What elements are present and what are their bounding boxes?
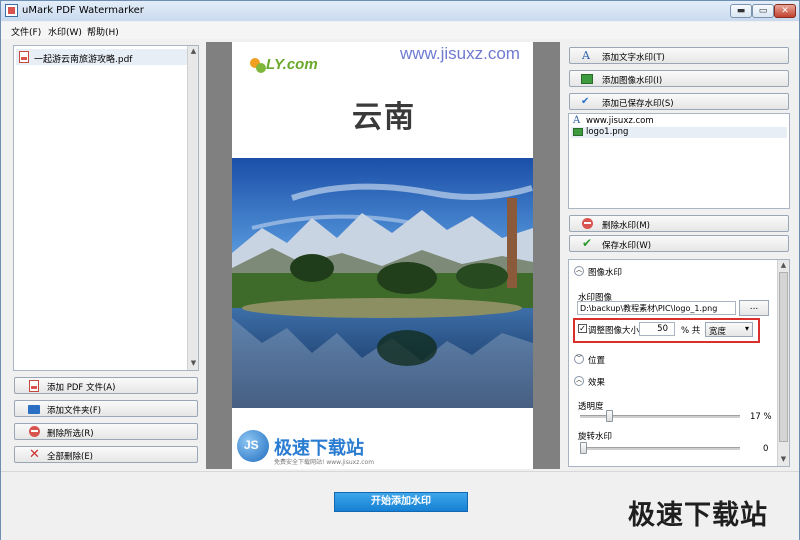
minus-circle-icon [29,426,40,437]
preview-page: LY.com www.jisuxz.com 云南 JS 极速下载站 免费安全下载… [232,42,533,469]
effect-section-title: 效果 [588,378,606,388]
chevron-down-icon: ﹀ [574,354,584,364]
opacity-slider-thumb[interactable] [606,410,613,422]
landscape-photo [232,158,533,408]
chevron-up-icon: ︿ [574,266,584,276]
menu-bar: 文件(F) 水印(W) 帮助(H) [1,22,799,39]
file-list-scrollbar[interactable]: ▲ ▼ [187,46,198,370]
scroll-thumb[interactable] [779,272,788,442]
resize-checkbox[interactable]: ✓ [578,324,587,333]
position-section-title: 位置 [588,356,606,366]
folder-icon [28,405,40,414]
start-watermark-button[interactable]: 开始添加水印 [334,492,468,512]
image-path-field[interactable]: D:\backup\教程素材\PIC\logo_1.png [577,301,736,315]
page-title: 云南 [352,100,416,135]
chevron-up-icon: ︿ [574,376,584,386]
list-item[interactable]: A www.jisuxz.com [571,115,787,127]
chevron-down-icon: ▾ [744,324,749,333]
delete-all-label: 全部删除(E) [47,452,94,462]
file-list[interactable]: 一起游云南旅游攻略.pdf ▲ ▼ [13,45,199,371]
scroll-up-icon[interactable]: ▲ [189,47,198,56]
logo-text: LY.com [266,56,318,73]
image-section-title: 图像水印 [588,268,623,278]
save-watermark-label: 保存水印(W) [602,241,652,251]
add-image-label: 添加图像水印(I) [602,76,663,86]
rotate-slider-thumb[interactable] [580,442,587,454]
window-title: uMark PDF Watermarker [22,5,144,16]
properties-scrollbar[interactable]: ▲ ▼ [777,260,789,466]
add-image-watermark-button[interactable]: 添加图像水印(I) [569,70,789,87]
delete-watermark-button[interactable]: 删除水印(M) [569,215,789,232]
rotate-value: 0 [763,444,769,454]
image-icon [581,74,593,84]
list-item[interactable]: 一起游云南旅游攻略.pdf [16,49,196,65]
add-pdf-label: 添加 PDF 文件(A) [47,383,116,393]
pdf-file-icon [19,51,29,63]
jisu-logo-icon: JS [237,430,269,462]
add-folder-button[interactable]: 添加文件夹(F) [14,400,198,417]
dimension-select[interactable]: 宽度 ▾ [705,322,753,337]
saved-check-icon: ✔ [581,96,590,107]
ly-logo: LY.com [250,54,320,76]
title-bar[interactable]: uMark PDF Watermarker ▬ ▭ ✕ [1,1,799,21]
effect-section-header[interactable]: ︿ 效果 [572,375,774,390]
watermark-list[interactable]: A www.jisuxz.com logo1.png [568,113,790,209]
text-a-icon: A [582,49,590,62]
resize-label: 调整图像大小 [588,326,640,336]
image-path-value: D:\backup\教程素材\PIC\logo_1.png [580,304,718,313]
x-icon: ✕ [29,447,40,462]
app-window: uMark PDF Watermarker ▬ ▭ ✕ 文件(F) 水印(W) … [0,0,800,540]
save-watermark-button[interactable]: ✔ 保存水印(W) [569,235,789,252]
delete-selected-label: 删除所选(R) [47,429,94,439]
percent-of-label: % 共 [681,326,701,336]
add-pdf-button[interactable]: 添加 PDF 文件(A) [14,377,198,394]
menu-watermark[interactable]: 水印(W) [48,25,82,38]
delete-watermark-label: 删除水印(M) [602,221,650,231]
footer-subtitle: 免费安全下载网站! www.jisuxz.com [274,459,375,466]
opacity-value: 17 % [750,412,772,422]
rotate-label: 旋转水印 [578,432,613,442]
minimize-button[interactable]: ▬ [730,4,752,18]
resize-value-input[interactable]: 50 [639,322,675,336]
image-watermark-icon [573,128,583,136]
pdf-add-icon [29,380,39,392]
add-saved-label: 添加已保存水印(S) [602,99,674,109]
add-folder-label: 添加文件夹(F) [47,406,102,416]
resize-value: 50 [657,324,668,334]
close-button[interactable]: ✕ [774,4,796,18]
scroll-down-icon[interactable]: ▼ [779,455,788,464]
text-watermark-icon: A [573,115,581,126]
minus-circle-icon [582,218,593,229]
opacity-label: 透明度 [578,402,604,412]
menu-file[interactable]: 文件(F) [11,25,41,38]
position-section-header[interactable]: ﹀ 位置 [572,353,774,368]
opacity-slider[interactable] [580,415,740,418]
corner-watermark: 极速下载站 [628,500,768,531]
delete-all-button[interactable]: ✕ 全部删除(E) [14,446,198,463]
app-icon [5,4,18,17]
scroll-up-icon[interactable]: ▲ [779,261,788,270]
file-name: 一起游云南旅游攻略.pdf [34,55,133,65]
watermark-image-label: logo1.png [586,127,629,137]
dimension-value: 宽度 [709,327,727,337]
add-text-watermark-button[interactable]: A 添加文字水印(T) [569,47,789,64]
browse-button[interactable]: ... [739,300,769,316]
add-text-label: 添加文字水印(T) [602,53,665,63]
image-section-header[interactable]: ︿ 图像水印 [572,265,774,280]
header-watermark: www.jisuxz.com [400,44,520,63]
scroll-down-icon[interactable]: ▼ [189,359,198,368]
check-icon: ✔ [582,236,593,250]
rotate-slider[interactable] [580,447,740,450]
maximize-button[interactable]: ▭ [752,4,774,18]
menu-help[interactable]: 帮助(H) [87,25,119,38]
delete-selected-button[interactable]: 删除所选(R) [14,423,198,440]
add-saved-watermark-button[interactable]: ✔ 添加已保存水印(S) [569,93,789,110]
watermark-text-label: www.jisuxz.com [586,116,654,126]
list-item[interactable]: logo1.png [571,127,787,138]
